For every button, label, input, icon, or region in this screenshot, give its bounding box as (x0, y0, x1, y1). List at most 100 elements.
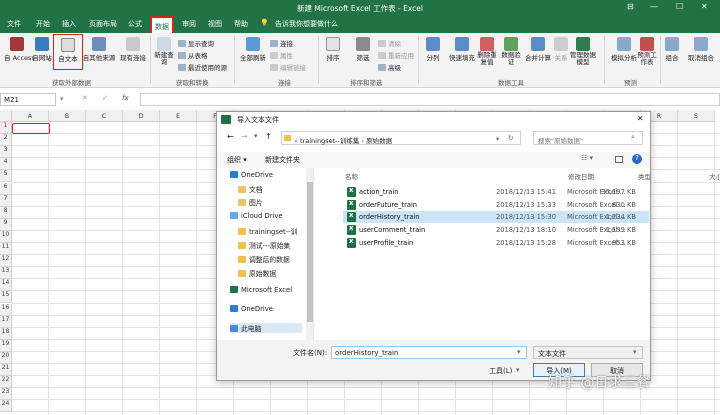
back-arrow-icon[interactable]: ← (227, 132, 234, 141)
up-arrow-icon[interactable]: ↑ (265, 132, 272, 141)
breadcrumb-part[interactable]: trainingset--训练集 (300, 137, 359, 145)
ungroup-button[interactable]: 取消组合 (683, 37, 719, 62)
row-header-18[interactable]: 18 (0, 327, 12, 340)
from-access-button[interactable]: 自 Access (4, 37, 35, 62)
tab-view[interactable]: 视图 (208, 19, 222, 29)
row-header-9[interactable]: 9 (0, 218, 12, 231)
filter-button[interactable]: 筛选 (352, 37, 374, 62)
row-header-11[interactable]: 11 (0, 243, 12, 256)
group-button[interactable]: 组合 (663, 37, 681, 62)
selected-cell-a1[interactable] (12, 123, 50, 134)
insert-function-icon[interactable]: fx (122, 94, 129, 102)
col-date-header[interactable]: 修改日期 (568, 171, 594, 181)
nav-scrollbar-thumb[interactable] (307, 182, 313, 322)
tab-home[interactable]: 开始 (36, 19, 50, 29)
row-header-7[interactable]: 7 (0, 194, 12, 207)
cancel-icon[interactable]: ✕ (82, 94, 88, 102)
column-header-e[interactable]: E (160, 110, 197, 122)
clear-button[interactable]: 清除 (378, 38, 401, 48)
manage-data-model-button[interactable]: 管理数据模型 (570, 37, 596, 66)
column-header-d[interactable]: D (123, 110, 160, 122)
filetype-dropdown-icon[interactable]: ▾ (633, 348, 637, 356)
nav-item[interactable]: 此电脑 (230, 323, 302, 333)
column-header-c[interactable]: C (86, 110, 123, 122)
sort-button[interactable]: 排序 (322, 37, 344, 62)
from-other-sources-button[interactable]: 自其他来源 (82, 37, 116, 62)
recent-locations-icon[interactable]: ▾ (254, 132, 258, 140)
file-row[interactable]: orderHistory_train2018/12/13 15:30Micros… (343, 211, 649, 224)
tab-formulas[interactable]: 公式 (128, 19, 142, 29)
new-folder-button[interactable]: 新建文件夹 (265, 155, 300, 165)
tools-button[interactable]: 工具(L) (489, 366, 512, 376)
tab-file[interactable]: 文件 (7, 19, 21, 29)
nav-item[interactable]: 测试---原始集 (238, 240, 290, 250)
col-name-header[interactable]: 名称 (345, 171, 358, 181)
row-header-13[interactable]: 13 (0, 267, 12, 280)
flash-fill-button[interactable]: 快速填充 (445, 37, 479, 62)
split-column-button[interactable]: 分列 (422, 37, 444, 62)
relationships-button[interactable]: 关系 (553, 37, 569, 62)
preview-pane-icon[interactable] (615, 156, 623, 163)
row-header-14[interactable]: 14 (0, 279, 12, 292)
file-row[interactable]: action_train2018/12/13 15:41Microsoft Ex… (343, 186, 649, 198)
organize-button[interactable]: 组织 ▾ (227, 155, 247, 165)
advanced-button[interactable]: 高级 (378, 62, 401, 72)
nav-item[interactable]: 图片 (238, 197, 263, 207)
data-validation-button[interactable]: 数据验证 (500, 37, 522, 66)
edit-links-button[interactable]: 编辑链接 (270, 62, 306, 72)
help-icon[interactable]: ? (632, 154, 642, 164)
nav-item[interactable]: Microsoft Excel (230, 286, 292, 294)
tab-page-layout[interactable]: 页面布局 (89, 19, 117, 29)
row-header-6[interactable]: 6 (0, 182, 12, 195)
path-dropdown-icon[interactable]: ▾ (496, 135, 499, 143)
row-header-23[interactable]: 23 (0, 388, 12, 401)
file-row[interactable]: userComment_train2018/12/13 18:10Microso… (343, 224, 649, 236)
consolidate-button[interactable]: 合并计算 (523, 37, 553, 62)
nav-item[interactable]: 文档 (238, 184, 263, 194)
row-header-15[interactable]: 15 (0, 291, 12, 304)
tell-me-box[interactable]: 告诉我你想要做什么 (275, 19, 338, 29)
refresh-icon[interactable]: ↻ (508, 134, 513, 142)
nav-item[interactable]: 原始数据 (238, 268, 276, 278)
breadcrumb-part[interactable]: 原始数据 (366, 137, 392, 145)
col-size-header[interactable]: 大小 (709, 171, 720, 181)
nav-item[interactable]: 调整后的数据 (238, 254, 290, 264)
tab-help[interactable]: 帮助 (234, 19, 248, 29)
nav-item[interactable]: trainingset--训 (238, 226, 297, 236)
path-breadcrumb[interactable]: « trainingset--训练集 › 原始数据 ▾ ↻ (281, 131, 521, 145)
row-header-16[interactable]: 16 (0, 303, 12, 316)
remove-duplicates-button[interactable]: 删除重复值 (476, 37, 498, 66)
enter-icon[interactable]: ✓ (102, 94, 108, 102)
tab-insert[interactable]: 插入 (62, 19, 76, 29)
row-header-1[interactable]: 1 (0, 122, 12, 135)
row-header-20[interactable]: 20 (0, 351, 12, 364)
formula-input[interactable] (140, 93, 720, 106)
nav-item[interactable]: OneDrive (230, 305, 273, 313)
from-web-button[interactable]: 自网站 (30, 37, 54, 62)
maximize-button[interactable]: ☐ (676, 2, 683, 11)
existing-connections-button[interactable]: 现有连接 (118, 37, 148, 62)
row-header-21[interactable]: 21 (0, 364, 12, 377)
file-row[interactable]: orderFuture_train2018/12/13 15:33Microso… (343, 199, 649, 211)
dialog-close-button[interactable]: ✕ (637, 114, 644, 123)
row-header-10[interactable]: 10 (0, 230, 12, 243)
row-header-17[interactable]: 17 (0, 315, 12, 328)
tab-review[interactable]: 审阅 (182, 19, 196, 29)
from-table-button[interactable]: 从表格 (178, 50, 208, 60)
nav-item[interactable]: iCloud Drive (230, 212, 283, 220)
file-row[interactable]: userProfile_train2018/12/13 15:28Microso… (343, 237, 649, 249)
row-header-4[interactable]: 4 (0, 158, 12, 171)
row-header-2[interactable]: 2 (0, 134, 12, 147)
col-type-header[interactable]: 类型 (638, 171, 651, 181)
row-header-24[interactable]: 24 (0, 400, 12, 413)
refresh-all-button[interactable]: 全部刷新 (238, 37, 268, 62)
ribbon-display-icon[interactable]: ⊟ (627, 2, 634, 11)
minimize-button[interactable]: — (650, 2, 658, 11)
row-header-8[interactable]: 8 (0, 206, 12, 219)
name-box-dropdown-icon[interactable]: ▾ (60, 95, 64, 103)
column-header-s[interactable]: S (678, 110, 715, 122)
properties-button[interactable]: 属性 (270, 50, 293, 60)
name-box[interactable]: M21 (0, 93, 56, 106)
column-header-a[interactable]: A (12, 110, 49, 122)
row-header-5[interactable]: 5 (0, 170, 12, 183)
